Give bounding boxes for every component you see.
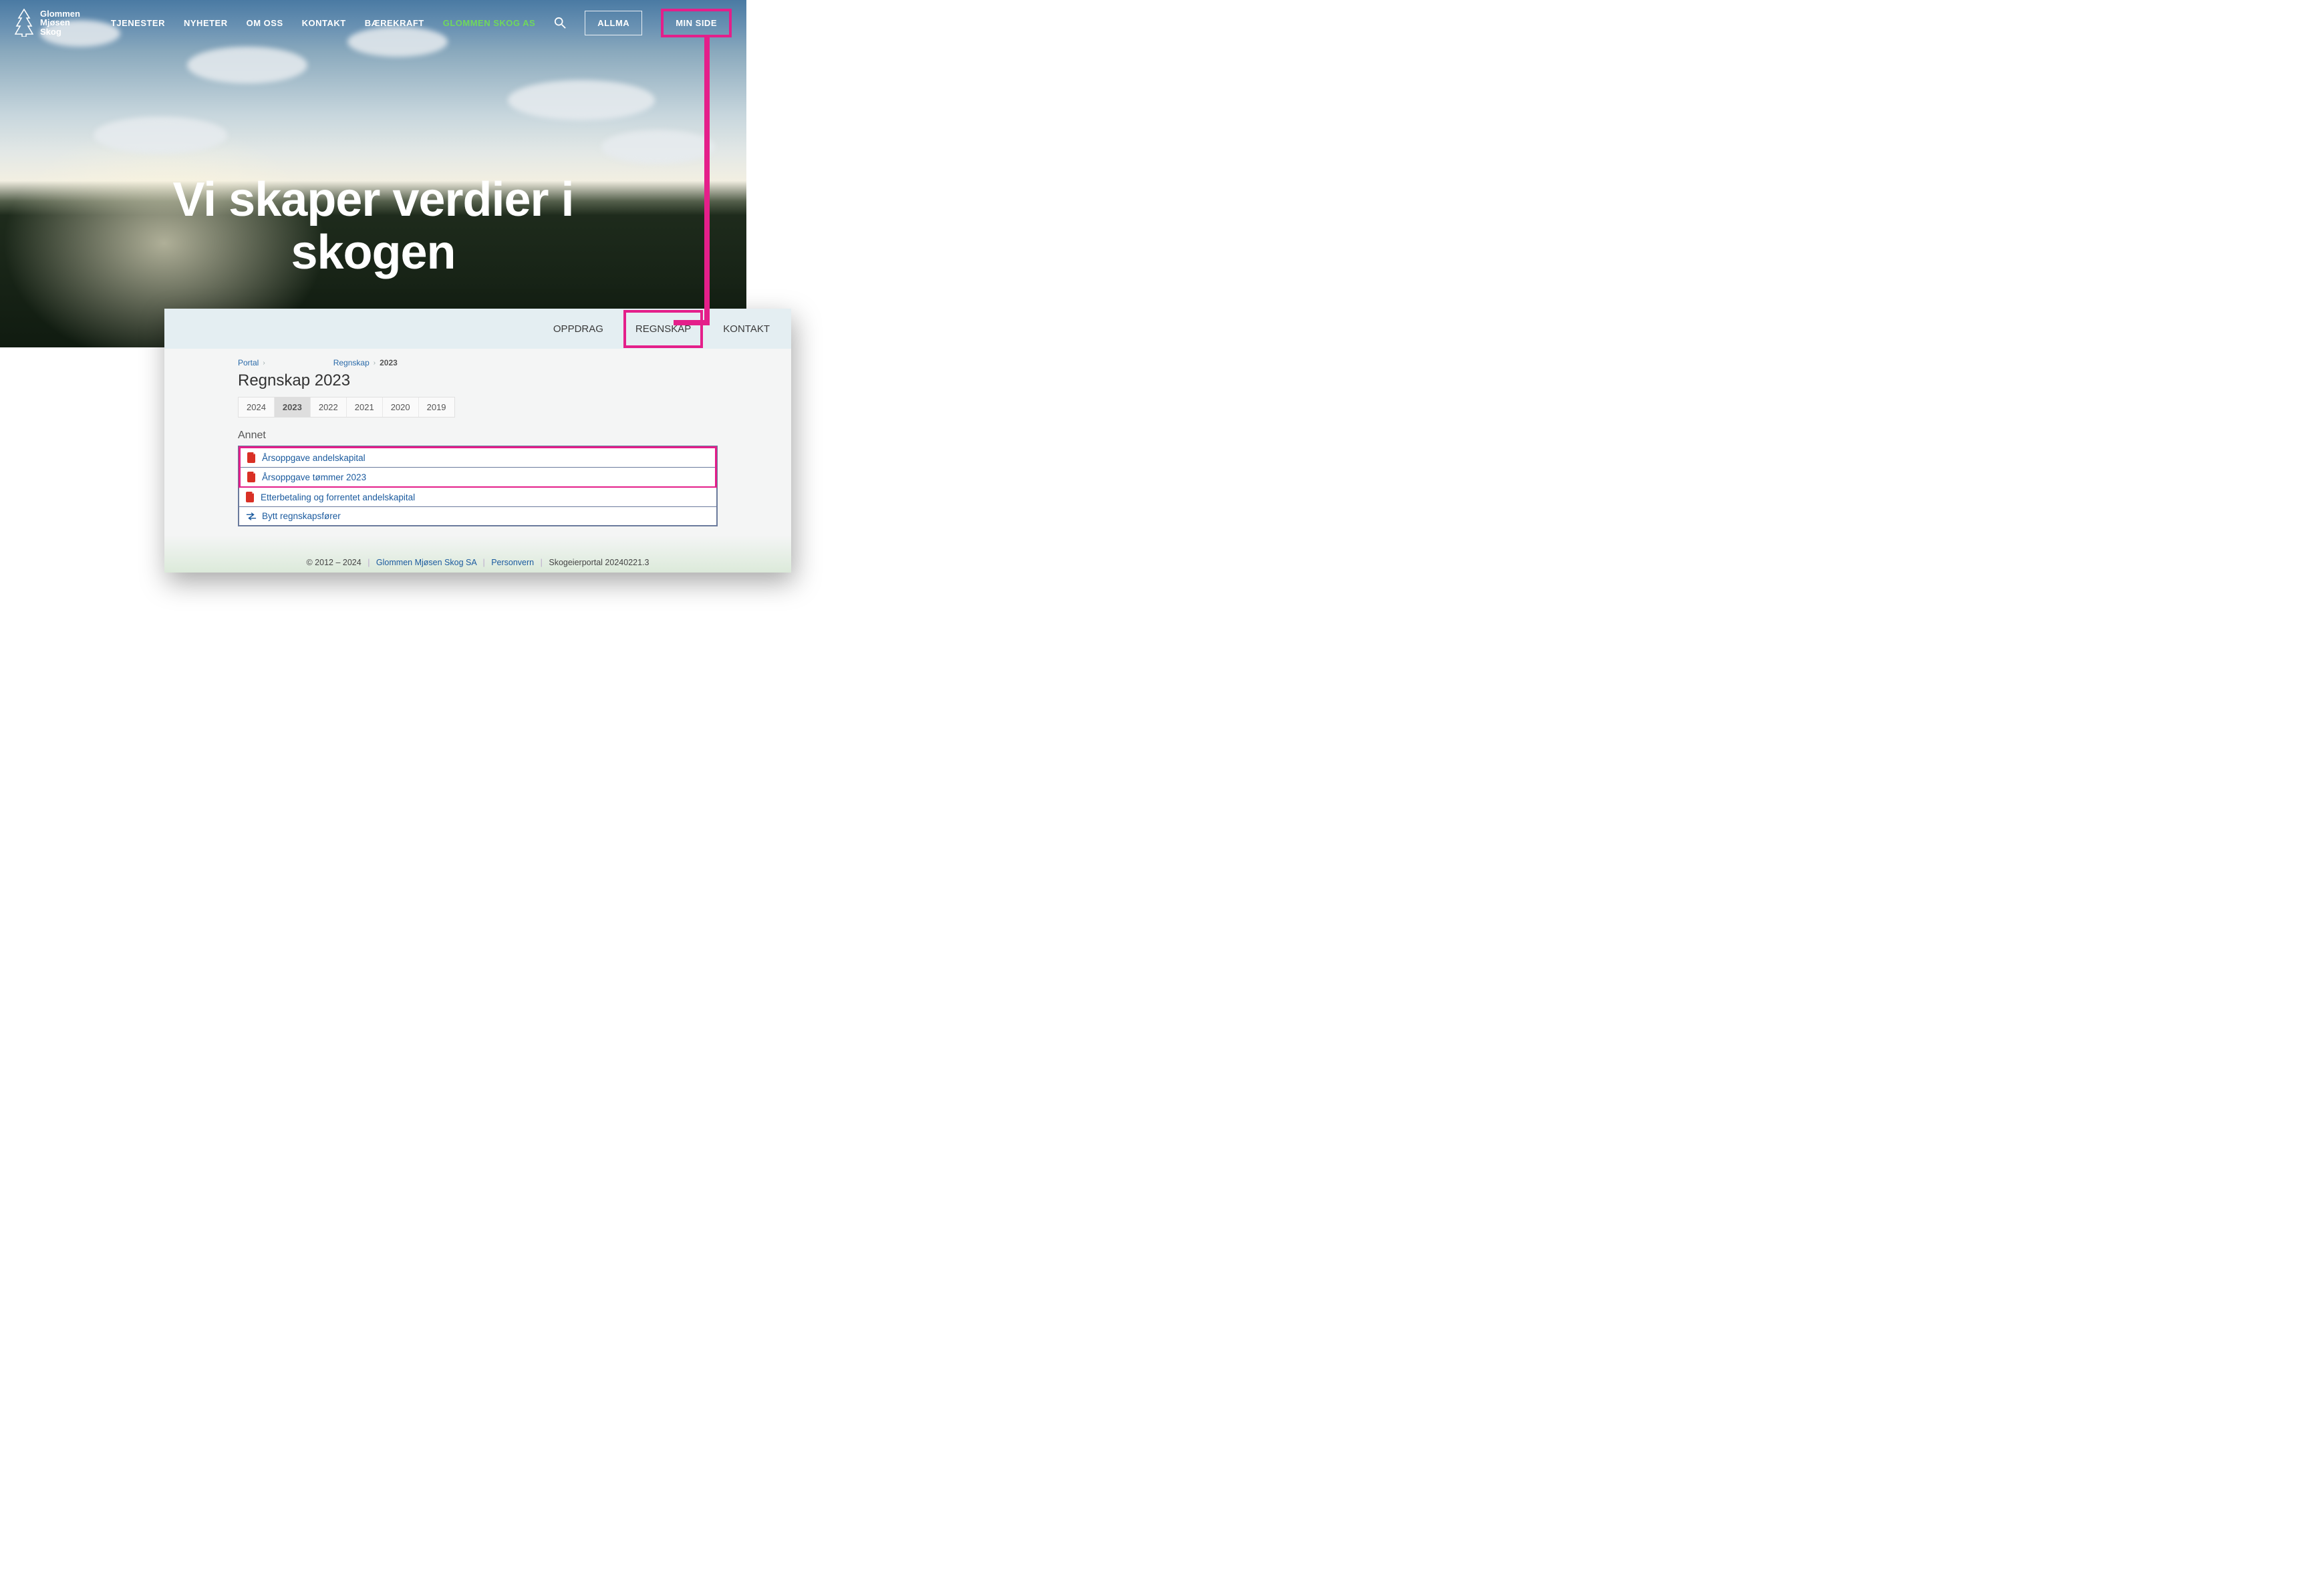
highlight-connector-vertical: [704, 37, 710, 323]
row-bytt-regnskapsforer[interactable]: Bytt regnskapsfører: [239, 507, 716, 525]
cloud: [601, 130, 715, 164]
year-tab-2019[interactable]: 2019: [419, 397, 454, 417]
min-side-button[interactable]: MIN SIDE: [661, 9, 732, 37]
brand-line-3: Skog: [40, 27, 80, 37]
nav-tjenester[interactable]: TJENESTER: [111, 18, 165, 28]
year-tabs: 2024 2023 2022 2021 2020 2019: [238, 397, 455, 418]
year-tab-2020[interactable]: 2020: [383, 397, 419, 417]
footer-copyright: © 2012 – 2024: [307, 558, 362, 567]
pdf-icon: [247, 452, 257, 463]
footer-separator: |: [541, 558, 543, 567]
pdf-icon: [246, 492, 255, 502]
portal-panel-wrap: OPPDRAG REGNSKAP KONTAKT Portal › Regnsk…: [164, 309, 791, 573]
portal-tabs: OPPDRAG REGNSKAP KONTAKT: [164, 309, 791, 349]
nav-nyheter[interactable]: NYHETER: [184, 18, 228, 28]
footer-build: Skogeierportal 20240221.3: [549, 558, 649, 567]
portal-footer: © 2012 – 2024 | Glommen Mjøsen Skog SA |…: [164, 558, 791, 567]
pdf-icon: [247, 472, 257, 482]
highlight-connector-horizontal: [674, 320, 710, 325]
swap-icon: [246, 512, 257, 521]
nav-baerekraft[interactable]: BÆREKRAFT: [365, 18, 424, 28]
year-tab-2021[interactable]: 2021: [347, 397, 383, 417]
chevron-right-icon: ›: [374, 359, 376, 367]
allma-button[interactable]: ALLMA: [585, 11, 642, 35]
highlighted-documents: Årsoppgave andelskapital Årsoppgave tømm…: [239, 446, 717, 488]
row-arsoppgave-andelskapital[interactable]: Årsoppgave andelskapital: [241, 448, 715, 468]
nav-om-oss[interactable]: OM OSS: [247, 18, 283, 28]
brand-line-2: Mjøsen: [40, 18, 80, 27]
footer-separator: |: [482, 558, 484, 567]
cloud: [187, 47, 307, 84]
crumb-year: 2023: [380, 358, 398, 367]
row-arsoppgave-tommer[interactable]: Årsoppgave tømmer 2023: [241, 468, 715, 486]
top-navbar: Glommen Mjøsen Skog TJENESTER NYHETER OM…: [0, 0, 746, 45]
section-annet: Annet: [238, 430, 718, 442]
portal-body: Portal › Regnskap › 2023 Regnskap 2023 2…: [164, 349, 791, 573]
primary-nav: TJENESTER NYHETER OM OSS KONTAKT BÆREKRA…: [111, 9, 732, 37]
page-title: Regnskap 2023: [238, 371, 718, 390]
footer-separator: |: [368, 558, 370, 567]
row-label: Bytt regnskapsfører: [262, 511, 341, 521]
row-label: Årsoppgave tømmer 2023: [262, 472, 366, 482]
hero-banner: Vi skaper verdier i skogen Glommen Mjøse…: [0, 0, 746, 347]
cloud: [94, 117, 227, 154]
row-label: Årsoppgave andelskapital: [262, 453, 366, 463]
crumb-portal[interactable]: Portal: [238, 358, 259, 367]
crumb-regnskap[interactable]: Regnskap: [333, 358, 370, 367]
chevron-right-icon: ›: [263, 359, 265, 367]
tree-logo-icon: [15, 9, 33, 37]
row-etterbetaling[interactable]: Etterbetaling og forrentet andelskapital: [239, 488, 716, 507]
brand-line-1: Glommen: [40, 9, 80, 19]
breadcrumb: Portal › Regnskap › 2023: [238, 358, 718, 367]
tab-oppdrag[interactable]: OPPDRAG: [549, 318, 607, 340]
year-tab-2023[interactable]: 2023: [275, 397, 311, 417]
tab-regnskap[interactable]: REGNSKAP: [623, 310, 703, 348]
hero-line-2: skogen: [0, 226, 746, 279]
year-tab-2024[interactable]: 2024: [239, 397, 275, 417]
row-label: Etterbetaling og forrentet andelskapital: [261, 492, 415, 502]
document-list: Årsoppgave andelskapital Årsoppgave tømm…: [238, 446, 718, 526]
footer-privacy-link[interactable]: Personvern: [491, 558, 534, 567]
search-icon[interactable]: [554, 17, 566, 29]
hero-headline: Vi skaper verdier i skogen: [0, 174, 746, 279]
cloud: [508, 80, 655, 120]
tab-kontakt[interactable]: KONTAKT: [719, 318, 774, 340]
nav-kontakt[interactable]: KONTAKT: [302, 18, 346, 28]
nav-glommen-skog-as[interactable]: GLOMMEN SKOG AS: [443, 18, 535, 28]
hero-line-1: Vi skaper verdier i: [0, 174, 746, 226]
brand[interactable]: Glommen Mjøsen Skog: [15, 9, 80, 37]
year-tab-2022[interactable]: 2022: [311, 397, 347, 417]
brand-text: Glommen Mjøsen Skog: [40, 9, 80, 37]
footer-org-link[interactable]: Glommen Mjøsen Skog SA: [376, 558, 476, 567]
portal-panel: OPPDRAG REGNSKAP KONTAKT Portal › Regnsk…: [164, 309, 791, 573]
